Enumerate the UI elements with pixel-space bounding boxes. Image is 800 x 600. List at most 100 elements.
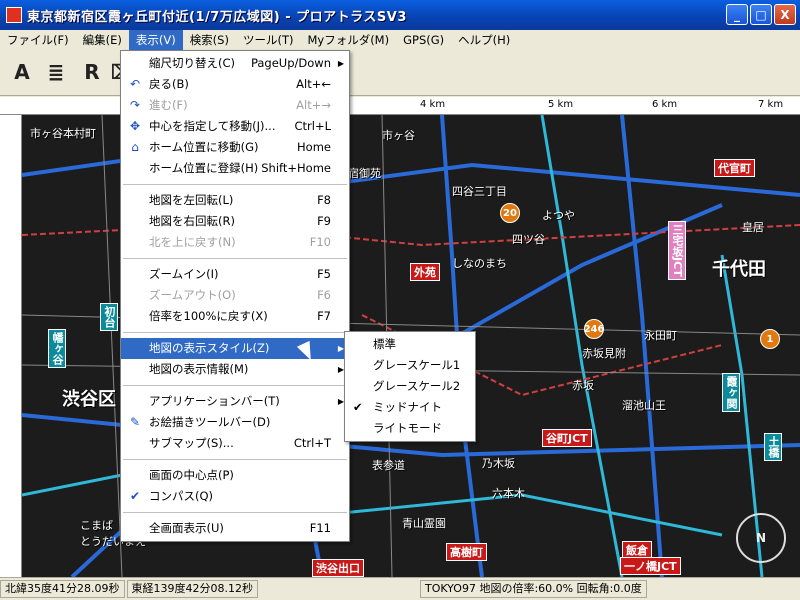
menu-item[interactable]: ヘルプ(H) xyxy=(451,30,517,50)
menu-item-shortcut: Ctrl+T xyxy=(293,436,331,450)
menu-item-shortcut: Home xyxy=(297,140,331,154)
menu-item-icon: ✥ xyxy=(129,119,141,133)
window-title: 東京都新宿区霞ヶ丘町付近(1/7万広域図) - プロアトラスSV3 xyxy=(27,9,407,25)
map-place-label: 表参道 xyxy=(372,459,405,472)
menu-item[interactable]: 表示(V) xyxy=(128,30,183,50)
menu-item-icon: ✎ xyxy=(129,415,141,429)
map-place-label: 四谷三丁目 xyxy=(452,185,507,198)
view-menu-item[interactable]: ⌂ ホーム位置に移動(G) Home xyxy=(121,137,349,158)
ruler-label: 4 km xyxy=(420,99,446,110)
map-station-label: 霞ヶ関 xyxy=(722,373,740,412)
map-place-label: 青山霊園 xyxy=(402,517,446,530)
view-menu-item[interactable]: ↶ 戻る(B) Alt+← xyxy=(121,74,349,95)
view-menu-item[interactable]: 全画面表示(U) F11 xyxy=(121,518,349,539)
map-style-label: ライトモード xyxy=(373,421,442,435)
menu-item-label: 画面の中心点(P) xyxy=(149,468,234,482)
map-style-label: 標準 xyxy=(373,337,396,351)
menu-separator xyxy=(123,512,347,513)
map-style-label: グレースケール1 xyxy=(373,358,461,372)
view-menu-item[interactable]: 縮尺切り替え(C) PageUp/Down ▶ xyxy=(121,53,349,74)
menu-item-shortcut: Shift+Home xyxy=(261,161,331,175)
map-style-option[interactable]: ライトモード xyxy=(345,418,475,439)
map-place-label: 千代田 xyxy=(712,259,766,280)
view-menu-item[interactable]: 地図を左回転(L) F8 xyxy=(121,190,349,211)
view-menu-item[interactable]: ✔ コンパス(Q) xyxy=(121,486,349,507)
menu-item[interactable]: 編集(E) xyxy=(76,30,129,50)
check-icon: ✔ xyxy=(353,400,363,414)
map-style-option[interactable]: グレースケール2 xyxy=(345,376,475,397)
map-place-label: 皇居 xyxy=(742,221,764,234)
list-tool-icon[interactable]: ≣ xyxy=(42,58,70,86)
menu-item-label: ホーム位置に移動(G) xyxy=(149,140,259,154)
menu-separator xyxy=(123,184,347,185)
map-interchange-label: 谷町JCT xyxy=(542,429,592,447)
map-style-option[interactable]: ✔ ミッドナイト xyxy=(345,397,475,418)
title-bar: 東京都新宿区霞ヶ丘町付近(1/7万広域図) - プロアトラスSV3 _ □ X xyxy=(0,0,800,30)
menu-item-label: 地図の表示スタイル(Z) xyxy=(149,341,270,355)
menu-item-shortcut: PageUp/Down xyxy=(250,56,331,70)
map-style-option[interactable]: 標準 xyxy=(345,334,475,355)
view-menu-item[interactable]: 地図の表示情報(M) ▶ xyxy=(121,359,349,380)
menu-item-label: 倍率を100%に戻す(X) xyxy=(149,309,268,323)
ruler-label: 6 km xyxy=(652,99,678,110)
minimize-button[interactable]: _ xyxy=(726,4,748,25)
menu-item[interactable]: GPS(G) xyxy=(396,30,451,50)
maximize-button[interactable]: □ xyxy=(750,4,772,25)
menu-item-label: 中心を指定して移動(J)... xyxy=(149,119,276,133)
status-bar: 北緯35度41分28.09秒 東経139度42分08.12秒 TOKYO97 地… xyxy=(0,577,800,600)
menu-item[interactable]: ファイル(F) xyxy=(0,30,76,50)
app-icon[interactable] xyxy=(6,7,22,23)
menu-item-shortcut: F5 xyxy=(317,267,331,281)
menu-separator xyxy=(123,459,347,460)
map-interchange-label: 代官町 xyxy=(714,159,755,177)
view-menu-item[interactable]: アプリケーションバー(T) ▶ xyxy=(121,391,349,412)
menu-item-shortcut: F10 xyxy=(309,235,331,249)
view-menu: 縮尺切り替え(C) PageUp/Down ▶ ↶ 戻る(B) Alt+← ↷ 進む(F) Al… xyxy=(120,50,350,542)
menu-separator xyxy=(123,385,347,386)
menu-item-icon: ↶ xyxy=(129,77,141,91)
map-place-label: しなのまち xyxy=(452,257,507,270)
view-menu-item[interactable]: サブマップ(S)... Ctrl+T xyxy=(121,433,349,454)
menu-item-label: アプリケーションバー(T) xyxy=(149,394,280,408)
menu-item-label: 戻る(B) xyxy=(149,77,189,91)
view-menu-item[interactable]: 画面の中心点(P) xyxy=(121,465,349,486)
close-button[interactable]: X xyxy=(774,4,796,25)
map-info-readout: TOKYO97 地図の倍率:60.0% 回転角:0.0度 xyxy=(419,580,647,598)
view-menu-item[interactable]: ズームアウト(O) F6 xyxy=(121,285,349,306)
map-style-option[interactable]: グレースケール1 xyxy=(345,355,475,376)
menu-item-label: 地図を左回転(L) xyxy=(149,193,234,207)
annotation-tool-icon[interactable]: A xyxy=(8,58,36,86)
view-menu-item[interactable]: ホーム位置に登録(H) Shift+Home xyxy=(121,158,349,179)
menu-item-shortcut: Alt+→ xyxy=(296,98,331,112)
view-menu-item[interactable]: 地図を右回転(R) F9 xyxy=(121,211,349,232)
view-menu-item[interactable]: ✎ お絵描きツールバー(D) xyxy=(121,412,349,433)
map-style-label: ミッドナイト xyxy=(373,400,442,414)
map-place-label: 赤坂見附 xyxy=(582,347,626,360)
menu-item[interactable]: 検索(S) xyxy=(183,30,236,50)
menu-item-shortcut: F6 xyxy=(317,288,331,302)
menu-item[interactable]: Myフォルダ(M) xyxy=(300,30,396,50)
menu-item-label: お絵描きツールバー(D) xyxy=(149,415,271,429)
menu-item-label: 縮尺切り替え(C) xyxy=(149,56,236,70)
menu-item-shortcut: F8 xyxy=(317,193,331,207)
view-menu-item[interactable]: ズームイン(I) F5 xyxy=(121,264,349,285)
map-place-label: こまば xyxy=(80,519,113,532)
map-place-label: 溜池山王 xyxy=(622,399,666,412)
menu-item-label: 北を上に戻す(N) xyxy=(149,235,236,249)
view-menu-item[interactable]: 倍率を100%に戻す(X) F7 xyxy=(121,306,349,327)
map-place-label: 市ヶ谷本村町 xyxy=(30,127,96,140)
menu-item-label: コンパス(Q) xyxy=(149,489,214,503)
map-place-label: 六本木 xyxy=(492,487,525,500)
view-menu-item[interactable]: ✥ 中心を指定して移動(J)... Ctrl+L xyxy=(121,116,349,137)
menu-item[interactable]: ツール(T) xyxy=(236,30,301,50)
ruler-label: 7 km xyxy=(758,99,784,110)
route-shield: 246 xyxy=(584,319,604,339)
route-tool-icon[interactable]: R xyxy=(78,58,106,86)
view-menu-item[interactable]: 北を上に戻す(N) F10 xyxy=(121,232,349,253)
menu-item-shortcut: F7 xyxy=(317,309,331,323)
map-style-label: グレースケール2 xyxy=(373,379,461,393)
compass[interactable]: N xyxy=(736,513,786,563)
longitude-readout: 東経139度42分08.12秒 xyxy=(126,580,258,598)
view-menu-item[interactable]: ↷ 進む(F) Alt+→ xyxy=(121,95,349,116)
menu-item-label: 進む(F) xyxy=(149,98,188,112)
